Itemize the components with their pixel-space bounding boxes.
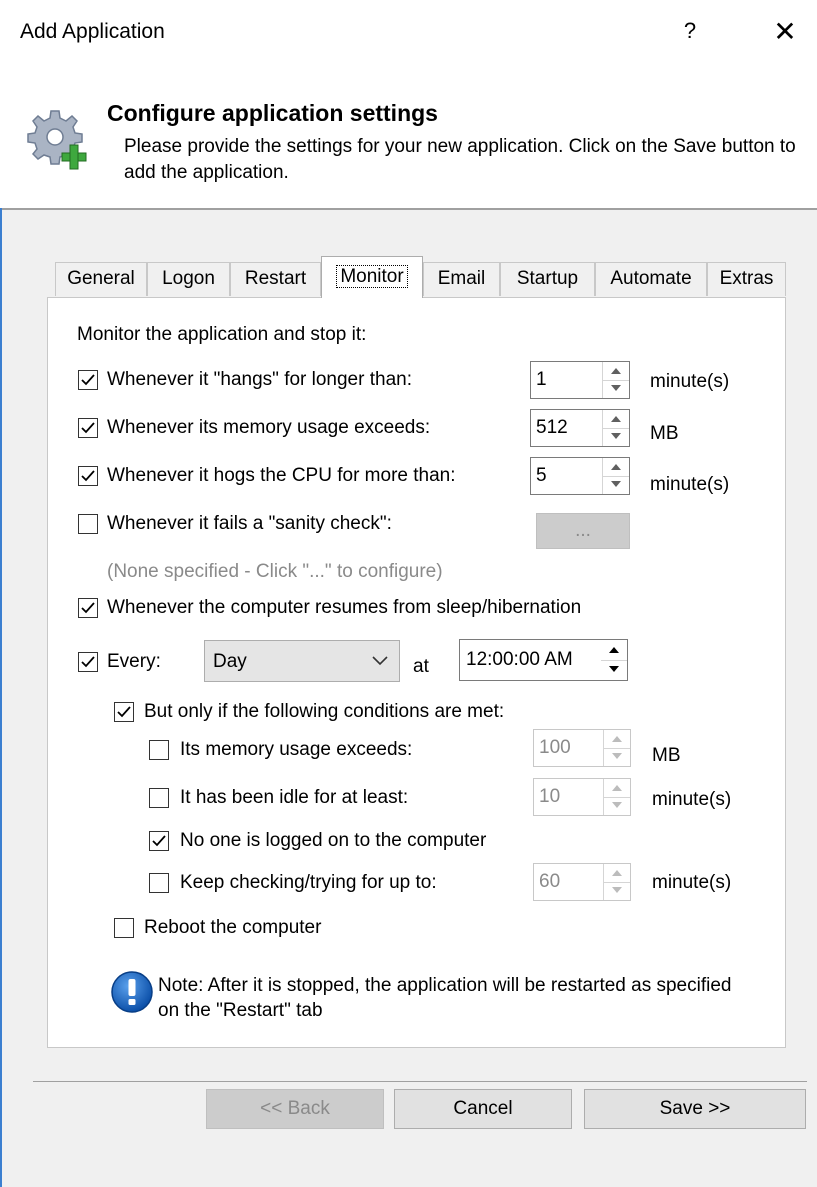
tab-extras[interactable]: Extras	[707, 262, 786, 296]
cond-keep-value: 60	[539, 871, 561, 892]
cond-memory-label: Its memory usage exceeds:	[180, 739, 413, 760]
every-checkbox[interactable]	[78, 652, 98, 672]
resume-checkbox[interactable]	[78, 598, 98, 618]
tab-general[interactable]: General	[55, 262, 147, 296]
cond-idle-checkbox[interactable]	[149, 788, 169, 808]
cpu-checkbox[interactable]	[78, 466, 98, 486]
cond-idle-value: 10	[539, 786, 561, 807]
cpu-unit: minute(s)	[650, 474, 730, 495]
gear-plus-icon	[22, 105, 92, 175]
resume-label: Whenever the computer resumes from sleep…	[107, 597, 582, 618]
header-description: Please provide the settings for your new…	[124, 136, 796, 183]
cond-idle-label: It has been idle for at least:	[180, 787, 409, 808]
save-button[interactable]: Save >>	[584, 1089, 806, 1129]
back-button[interactable]: << Back	[206, 1089, 384, 1129]
every-time-picker[interactable]: 12:00:00 AM	[459, 639, 628, 681]
hangs-label: Whenever it "hangs" for longer than:	[107, 369, 412, 390]
sanity-configure-button[interactable]: ...	[536, 513, 630, 549]
hangs-minutes-spinner[interactable]: 1	[530, 361, 630, 399]
conditions-checkbox[interactable]	[114, 702, 134, 722]
spin-up-arrow[interactable]	[603, 362, 629, 381]
cancel-button[interactable]: Cancel	[394, 1089, 572, 1129]
window-border	[0, 208, 2, 1187]
spin-up-arrow[interactable]	[604, 779, 630, 798]
memory-mb-spinner[interactable]: 512	[530, 409, 630, 447]
memory-checkbox[interactable]	[78, 418, 98, 438]
hangs-unit: minute(s)	[650, 371, 730, 392]
sanity-hint: (None specified - Click "..." to configu…	[107, 561, 443, 582]
every-label: Every:	[107, 651, 161, 672]
window-title: Add Application	[20, 20, 165, 43]
chevron-down-icon	[371, 651, 389, 675]
tab-monitor[interactable]: Monitor	[321, 256, 423, 298]
hangs-minutes-value: 1	[536, 369, 547, 390]
cond-keep-label: Keep checking/trying for up to:	[180, 872, 437, 893]
monitor-intro: Monitor the application and stop it:	[77, 324, 367, 345]
reboot-label: Reboot the computer	[144, 917, 322, 938]
at-label: at	[413, 656, 429, 677]
header-title: Configure application settings	[107, 100, 438, 126]
conditions-label: But only if the following conditions are…	[144, 701, 505, 722]
spin-down-arrow[interactable]	[603, 428, 629, 446]
cond-idle-unit: minute(s)	[652, 789, 732, 810]
spin-down-arrow[interactable]	[603, 380, 629, 398]
tab-restart[interactable]: Restart	[230, 262, 321, 296]
tab-email[interactable]: Email	[423, 262, 500, 296]
cond-nologon-checkbox[interactable]	[149, 831, 169, 851]
cond-memory-value: 100	[539, 737, 571, 758]
close-button[interactable]: ✕	[770, 15, 800, 49]
reboot-checkbox[interactable]	[114, 918, 134, 938]
info-exclamation-icon	[110, 970, 154, 1014]
every-time-value: 12:00:00 AM	[466, 649, 573, 670]
help-button[interactable]: ?	[678, 18, 702, 46]
tab-automate[interactable]: Automate	[595, 262, 707, 296]
spin-up-arrow[interactable]	[603, 458, 629, 477]
memory-label: Whenever its memory usage exceeds:	[107, 417, 431, 438]
tab-startup[interactable]: Startup	[500, 262, 595, 296]
restart-note: Note: After it is stopped, the applicati…	[158, 975, 732, 1021]
tab-logon[interactable]: Logon	[147, 262, 230, 296]
spin-up-arrow[interactable]	[604, 864, 630, 883]
cond-keep-checkbox[interactable]	[149, 873, 169, 893]
footer-separator	[33, 1081, 807, 1082]
cond-memory-unit: MB	[652, 745, 681, 766]
memory-mb-value: 512	[536, 417, 568, 438]
hangs-checkbox[interactable]	[78, 370, 98, 390]
spin-up-arrow[interactable]	[604, 730, 630, 749]
cond-memory-spinner[interactable]: 100	[533, 729, 631, 767]
spin-down-arrow[interactable]	[604, 748, 630, 766]
cond-keep-spinner[interactable]: 60	[533, 863, 631, 901]
sanity-checkbox[interactable]	[78, 514, 98, 534]
every-period-value: Day	[213, 651, 247, 672]
cond-idle-spinner[interactable]: 10	[533, 778, 631, 816]
cond-nologon-label: No one is logged on to the computer	[180, 830, 487, 851]
spin-up-arrow[interactable]	[603, 410, 629, 429]
cpu-label: Whenever it hogs the CPU for more than:	[107, 465, 456, 486]
every-period-select[interactable]: Day	[204, 640, 400, 682]
spin-down-arrow[interactable]	[604, 882, 630, 900]
cond-memory-checkbox[interactable]	[149, 740, 169, 760]
spin-down-arrow[interactable]	[604, 797, 630, 815]
spin-down-arrow[interactable]	[601, 660, 627, 680]
spin-down-arrow[interactable]	[603, 476, 629, 494]
spin-up-arrow[interactable]	[601, 640, 627, 661]
memory-unit: MB	[650, 423, 679, 444]
cpu-minutes-spinner[interactable]: 5	[530, 457, 630, 495]
cond-keep-unit: minute(s)	[652, 872, 732, 893]
cpu-minutes-value: 5	[536, 465, 547, 486]
sanity-label: Whenever it fails a "sanity check":	[107, 513, 392, 534]
